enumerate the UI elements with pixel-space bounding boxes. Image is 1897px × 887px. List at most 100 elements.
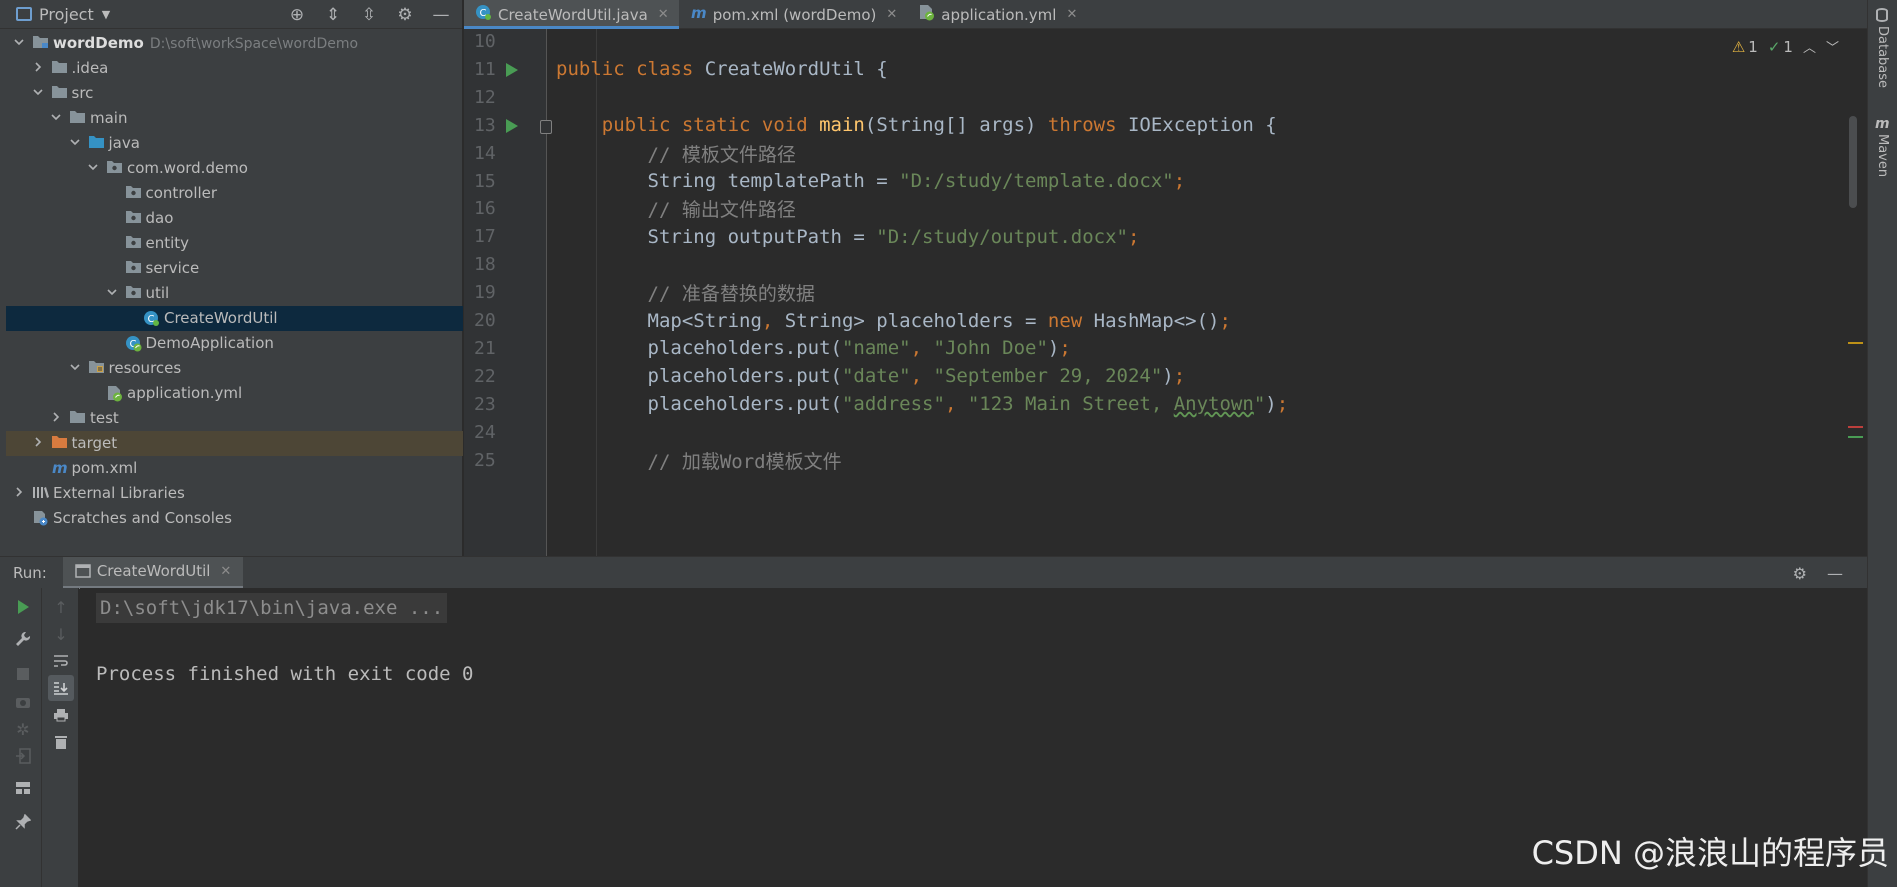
tree-item-src[interactable]: src — [6, 81, 463, 106]
locate-file-icon[interactable]: ⊕ — [286, 4, 308, 26]
code-editor[interactable]: 10 11 public class CreateWordUtil {12 13 pu… — [464, 29, 1867, 556]
inspection-widget[interactable]: ⚠ 1 ✓ 1 ︿ ﹀ — [1732, 37, 1839, 57]
next-highlight-icon[interactable]: ﹀ — [1826, 37, 1839, 56]
tree-item-text: controller — [145, 184, 218, 202]
close-icon[interactable]: ✕ — [658, 7, 669, 22]
console-command-line[interactable]: D:\soft\jdk17\bin\java.exe ... — [96, 593, 448, 623]
tree-item-text: wordDemo — [53, 34, 144, 52]
warning-stripe[interactable] — [1848, 342, 1863, 344]
exit-button[interactable] — [10, 743, 36, 769]
editor-tab-application-yml[interactable]: application.yml ✕ — [907, 0, 1087, 29]
chevron-down-icon[interactable] — [68, 360, 84, 376]
chevron-down-icon[interactable] — [31, 85, 47, 101]
line-number: 21 — [474, 337, 496, 359]
previous-highlight-icon[interactable]: ︿ — [1803, 37, 1816, 56]
expand-all-icon[interactable]: ⇕ — [322, 4, 344, 26]
spring-class-icon: C — [125, 335, 142, 352]
change-stripe[interactable] — [1848, 436, 1863, 438]
scroll-up-button[interactable]: ↑ — [48, 594, 74, 620]
tree-item-target[interactable]: target — [6, 431, 463, 456]
collapse-all-icon[interactable]: ⇳ — [358, 4, 380, 26]
chevron-down-icon[interactable] — [12, 35, 28, 51]
ok-count[interactable]: ✓ 1 — [1768, 38, 1793, 56]
pin-tab-button[interactable] — [10, 809, 36, 835]
tree-item-worddemo[interactable]: wordDemo D:\soft\workSpace\wordDemo — [6, 31, 463, 56]
tree-item-util[interactable]: util — [6, 281, 463, 306]
tree-item-text: util — [145, 284, 170, 302]
tree-item-application-yml[interactable]: application.yml — [6, 381, 463, 406]
dump-threads-button[interactable] — [10, 689, 36, 715]
line-number: 23 — [474, 393, 496, 415]
chevron-down-icon[interactable] — [105, 285, 121, 301]
clear-all-button[interactable] — [48, 729, 74, 755]
modify-run-config-button[interactable] — [10, 626, 36, 652]
line-number: 10 — [474, 31, 496, 52]
print-button[interactable] — [48, 702, 74, 728]
chevron-down-icon[interactable] — [68, 135, 84, 151]
vertical-scrollbar[interactable] — [1849, 116, 1857, 208]
scroll-down-button[interactable]: ↓ — [48, 621, 74, 647]
settings-button[interactable]: ✲ — [10, 716, 36, 742]
code-line[interactable]: 25 // 加载Word模板文件 — [464, 444, 1864, 477]
run-tab-createwordutil[interactable]: CreateWordUtil ✕ — [62, 556, 244, 589]
editor-tab-pom-xml-worddemo[interactable]: m pom.xml (wordDemo) ✕ — [679, 0, 908, 29]
error-stripe[interactable] — [1848, 426, 1863, 428]
maven-tool-tab[interactable]: Maven — [1875, 134, 1890, 177]
tree-item-dao[interactable]: dao — [6, 206, 463, 231]
tree-item-service[interactable]: service — [6, 256, 463, 281]
project-view-selector[interactable]: Project — [39, 5, 94, 24]
tree-item-external-libraries[interactable]: External Libraries — [6, 481, 463, 506]
hide-panel-icon[interactable]: — — [1827, 564, 1843, 583]
gear-icon[interactable]: ⚙ — [1793, 564, 1807, 583]
chevron-right-icon[interactable] — [31, 60, 47, 76]
chevron-down-icon[interactable]: ▼ — [102, 8, 110, 21]
soft-wrap-button[interactable] — [48, 648, 74, 674]
close-icon[interactable]: ✕ — [886, 7, 897, 22]
line-number: 22 — [474, 365, 496, 387]
pin-icon — [15, 814, 31, 830]
code-text: placeholders.put("name", "John Doe"); — [556, 337, 1071, 360]
tree-item-test[interactable]: test — [6, 406, 463, 431]
tree-item-label: target — [72, 434, 118, 452]
tree-item-demoapplication[interactable]: C DemoApplication — [6, 331, 463, 356]
tree-item-label: CreateWordUtil — [164, 309, 278, 327]
tree-item-main[interactable]: main — [6, 106, 463, 131]
tree-item-createwordutil[interactable]: C CreateWordUtil — [6, 306, 463, 331]
chevron-right-icon[interactable] — [12, 485, 28, 501]
layout-button[interactable] — [10, 775, 36, 801]
code-text: // 输出文件路径 — [647, 199, 796, 222]
close-icon[interactable]: ✕ — [220, 564, 231, 579]
run-gutter-icon[interactable] — [505, 117, 519, 139]
fold-icon[interactable] — [540, 119, 552, 134]
tree-item-java[interactable]: java — [6, 131, 463, 156]
chevron-right-icon[interactable] — [49, 410, 65, 426]
chevron-down-icon[interactable] — [86, 160, 102, 176]
tree-item-controller[interactable]: controller — [6, 181, 463, 206]
database-tool-tab[interactable]: Database — [1875, 26, 1890, 88]
maven-icon: m — [51, 459, 68, 477]
resources-folder-icon — [88, 360, 105, 376]
tree-item-idea[interactable]: .idea — [6, 56, 463, 81]
warning-count[interactable]: ⚠ 1 — [1732, 38, 1758, 56]
tree-item-entity[interactable]: entity — [6, 231, 463, 256]
gear-icon[interactable]: ⚙ — [394, 4, 416, 26]
tree-item-pom-xml[interactable]: m pom.xml — [6, 456, 463, 481]
close-icon[interactable]: ✕ — [1066, 7, 1077, 22]
editor-tab-label: application.yml — [941, 5, 1057, 24]
warning-count-value: 1 — [1748, 37, 1758, 56]
stop-button[interactable] — [10, 661, 36, 687]
tree-item-resources[interactable]: resources — [6, 356, 463, 381]
editor-tab-createwordutil-java[interactable]: C CreateWordUtil.java ✕ — [464, 0, 679, 29]
chevron-right-icon[interactable] — [31, 435, 47, 451]
hide-panel-icon[interactable]: — — [430, 4, 452, 26]
line-number: 14 — [474, 142, 496, 164]
tree-item-com-word-demo[interactable]: com.word.demo — [6, 156, 463, 181]
editor-tab-label: CreateWordUtil.java — [498, 5, 648, 24]
tree-item-label: src — [72, 84, 94, 102]
run-gutter-icon[interactable] — [505, 61, 519, 83]
rerun-button[interactable] — [10, 594, 36, 620]
scroll-to-end-button[interactable] — [48, 675, 74, 701]
chevron-down-icon[interactable] — [49, 110, 65, 126]
tree-item-scratches-and-consoles[interactable]: Scratches and Consoles — [6, 506, 463, 531]
tree-item-text: dao — [145, 209, 174, 227]
